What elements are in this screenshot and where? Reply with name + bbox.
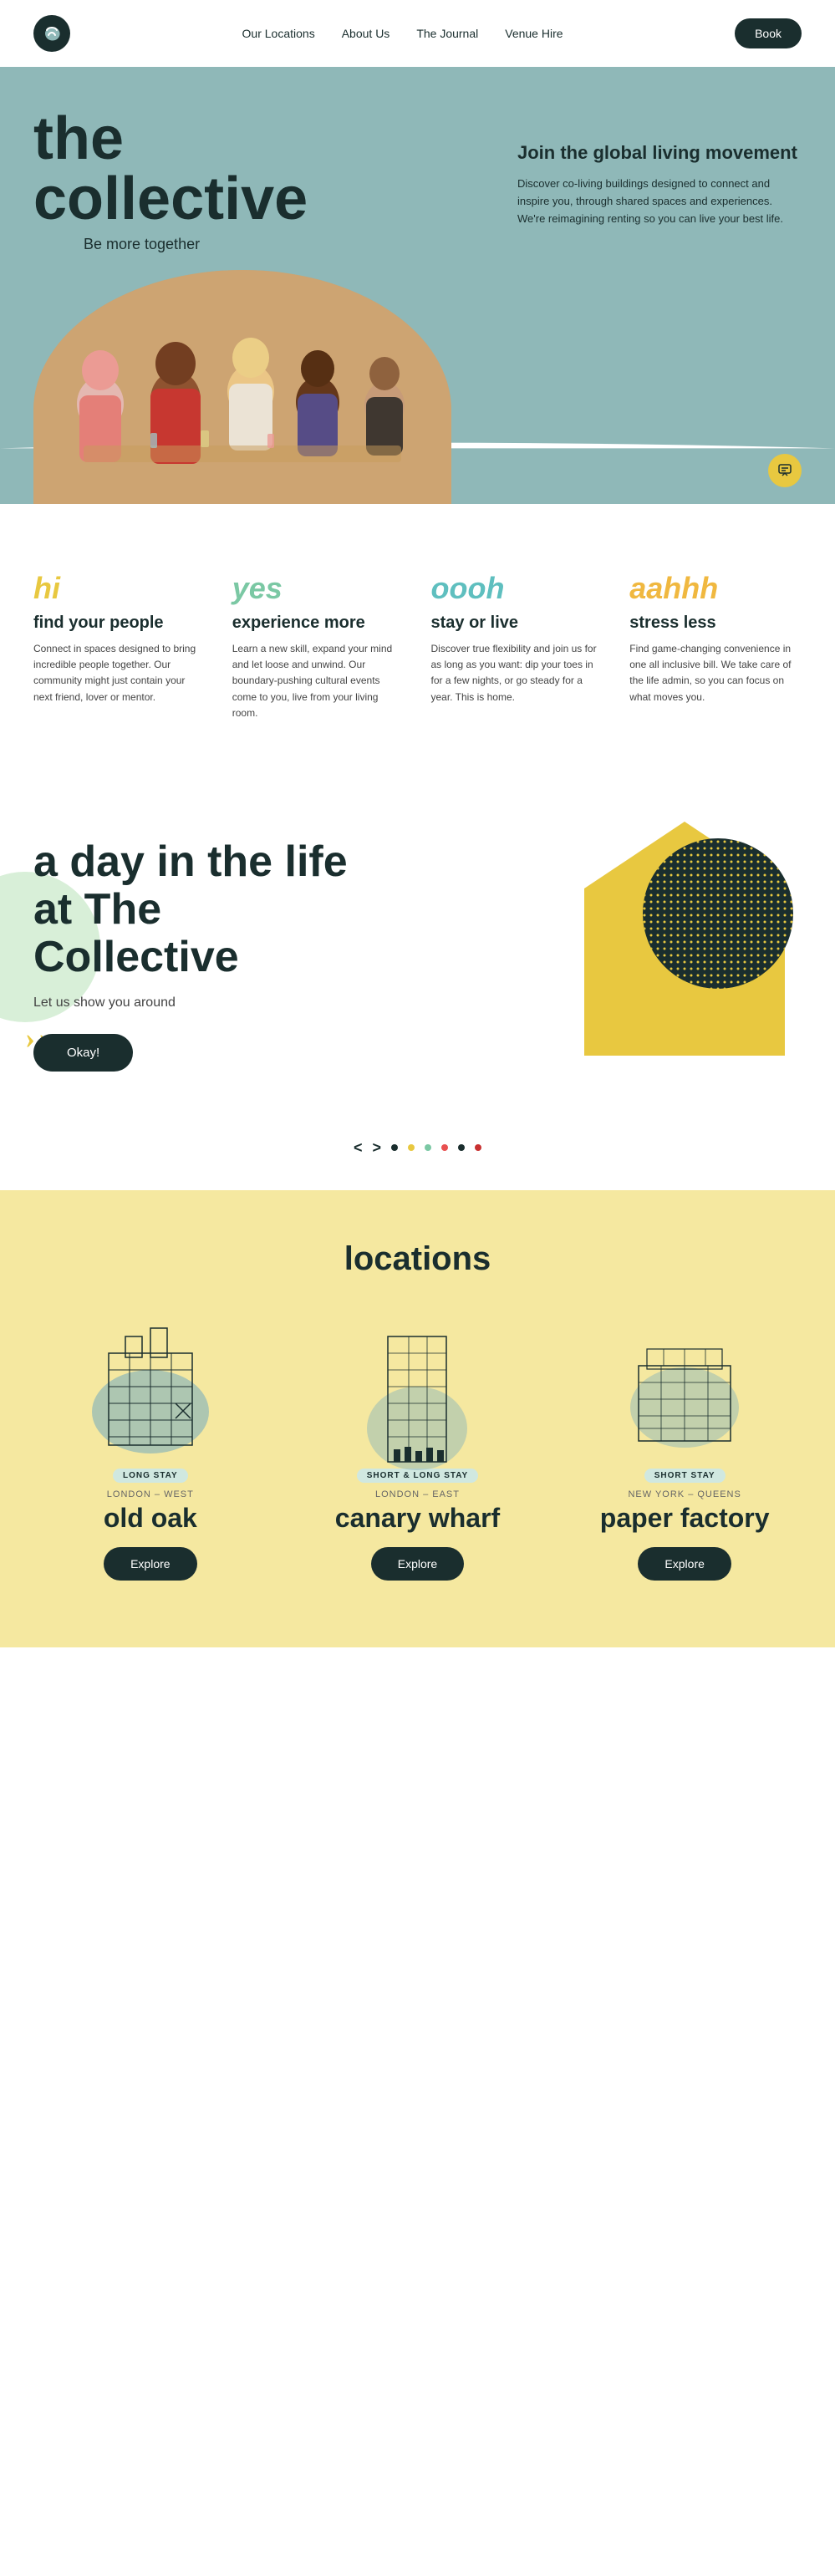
- carousel-dot-6[interactable]: [475, 1144, 481, 1151]
- old-oak-tag: LONG STAY: [113, 1469, 188, 1483]
- nav-venue-hire[interactable]: Venue Hire: [505, 27, 563, 40]
- logo[interactable]: [33, 15, 70, 52]
- nav-about-us[interactable]: About Us: [342, 27, 390, 40]
- hero-right-panel: Join the global living movement Discover…: [517, 109, 802, 253]
- carousel-dot-3[interactable]: [425, 1144, 431, 1151]
- carousel-dot-5[interactable]: [458, 1144, 465, 1151]
- feature-word-2: yes: [232, 571, 405, 606]
- locations-section: locations: [0, 1190, 835, 1647]
- hero-left: the collective Be more together: [33, 109, 517, 253]
- hero-subtitle: Be more together: [84, 236, 517, 253]
- feature-word-3: oooh: [431, 571, 603, 606]
- day-section: › › a day in the life at The Collective …: [0, 771, 835, 1123]
- old-oak-explore-button[interactable]: Explore: [104, 1547, 196, 1581]
- paper-factory-region: NEW YORK – QUEENS: [568, 1489, 802, 1499]
- feature-word-4: aahhh: [629, 571, 802, 606]
- canary-wharf-region: LONDON – EAST: [301, 1489, 535, 1499]
- day-subtitle: Let us show you around: [33, 995, 802, 1011]
- hero-photo-oval: [33, 270, 451, 504]
- canary-wharf-explore-button[interactable]: Explore: [371, 1547, 464, 1581]
- hero-section: the collective Be more together Join the…: [0, 67, 835, 504]
- paper-factory-explore-button[interactable]: Explore: [638, 1547, 731, 1581]
- old-oak-illustration: [84, 1320, 217, 1453]
- features-section: hi find your people Connect in spaces de…: [0, 504, 835, 771]
- canary-wharf-tag: SHORT & LONG STAY: [357, 1469, 478, 1483]
- canary-wharf-name: canary wharf: [301, 1503, 535, 1534]
- feature-title-2: experience more: [232, 613, 405, 633]
- paper-factory-name: paper factory: [568, 1503, 802, 1534]
- feature-desc-1: Connect in spaces designed to bring incr…: [33, 641, 206, 705]
- feature-stress-less: aahhh stress less Find game-changing con…: [629, 571, 802, 721]
- paper-factory-tag: SHORT STAY: [644, 1469, 726, 1483]
- book-button[interactable]: Book: [735, 18, 802, 48]
- location-paper-factory: SHORT STAY NEW YORK – QUEENS paper facto…: [568, 1320, 802, 1581]
- feature-desc-2: Learn a new skill, expand your mind and …: [232, 641, 405, 721]
- hero-description: Discover co-living buildings designed to…: [517, 176, 802, 227]
- day-title: a day in the life at The Collective: [33, 838, 351, 982]
- paper-factory-illustration: [618, 1320, 751, 1453]
- carousel-navigation: < >: [0, 1123, 835, 1190]
- nav-links: Our Locations About Us The Journal Venue…: [242, 27, 563, 40]
- carousel-dot-1[interactable]: [391, 1144, 398, 1151]
- hero-tagline: Join the global living movement: [517, 142, 802, 164]
- feature-title-3: stay or live: [431, 613, 603, 633]
- old-oak-name: old oak: [33, 1503, 267, 1534]
- nav-the-journal[interactable]: The Journal: [416, 27, 478, 40]
- feature-title-4: stress less: [629, 613, 802, 633]
- feature-desc-3: Discover true flexibility and join us fo…: [431, 641, 603, 705]
- day-cta-button[interactable]: Okay!: [33, 1034, 133, 1072]
- feature-experience-more: yes experience more Learn a new skill, e…: [232, 571, 405, 721]
- feature-desc-4: Find game-changing convenience in one al…: [629, 641, 802, 705]
- carousel-prev[interactable]: <: [354, 1139, 363, 1157]
- nav-our-locations[interactable]: Our Locations: [242, 27, 315, 40]
- feedback-icon[interactable]: [768, 454, 802, 487]
- feature-find-people: hi find your people Connect in spaces de…: [33, 571, 206, 721]
- carousel-next[interactable]: >: [373, 1139, 382, 1157]
- feature-word-1: hi: [33, 571, 206, 606]
- carousel-dot-2[interactable]: [408, 1144, 415, 1151]
- feature-stay-or-live: oooh stay or live Discover true flexibil…: [431, 571, 603, 721]
- canary-wharf-illustration: [350, 1320, 484, 1453]
- location-canary-wharf: SHORT & LONG STAY LONDON – EAST canary w…: [301, 1320, 535, 1581]
- hero-photo: [0, 270, 835, 504]
- location-old-oak: LONG STAY LONDON – WEST old oak Explore: [33, 1320, 267, 1581]
- hero-title: the collective: [33, 109, 517, 229]
- locations-grid: LONG STAY LONDON – WEST old oak Explore: [33, 1320, 802, 1581]
- old-oak-region: LONDON – WEST: [33, 1489, 267, 1499]
- locations-title: locations: [33, 1240, 802, 1278]
- carousel-dot-4[interactable]: [441, 1144, 448, 1151]
- navigation: Our Locations About Us The Journal Venue…: [0, 0, 835, 67]
- feature-title-1: find your people: [33, 613, 206, 633]
- day-content: a day in the life at The Collective Let …: [33, 838, 802, 1072]
